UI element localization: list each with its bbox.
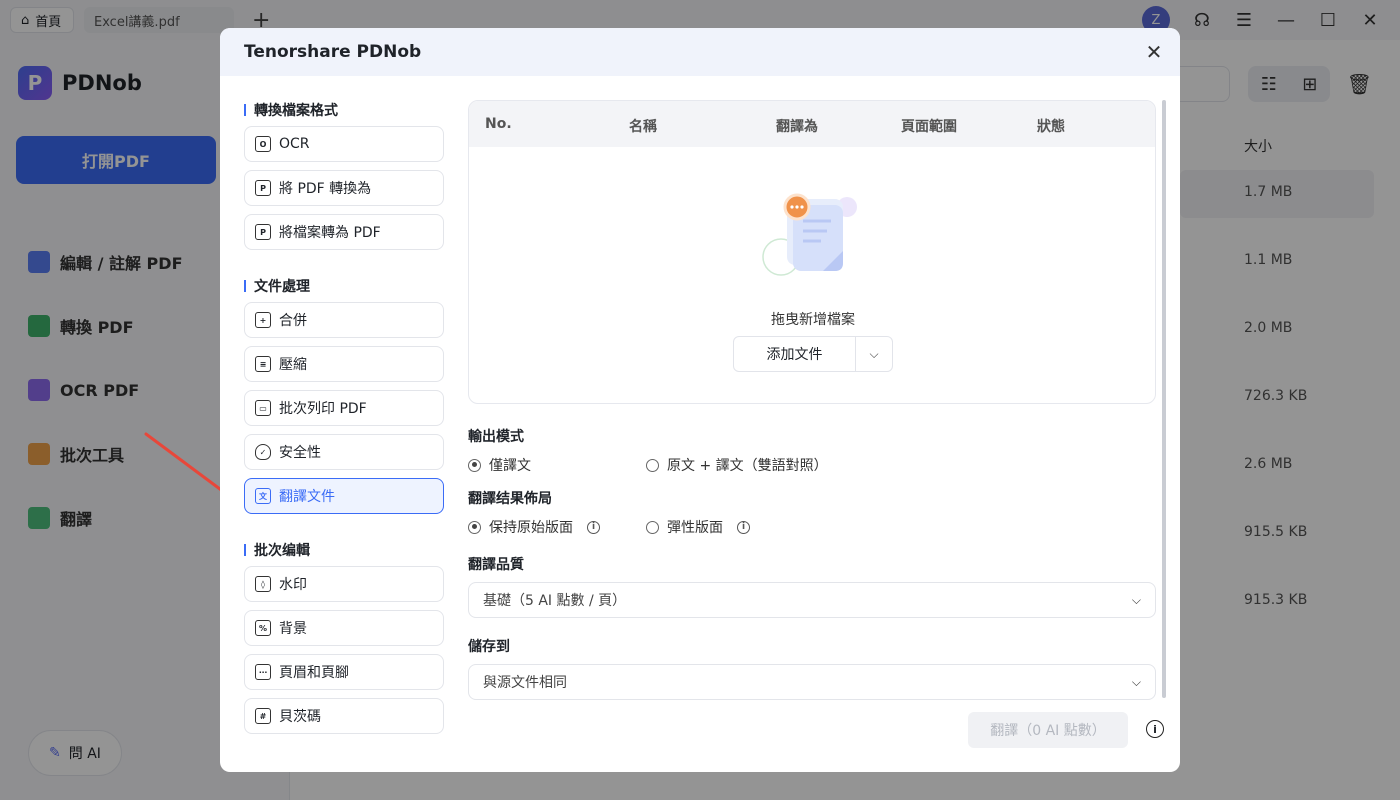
radio-keep-layout[interactable]: 保持原始版面 i xyxy=(468,517,646,537)
radio-translation-only[interactable]: 僅譯文 xyxy=(468,455,646,475)
radio-selected-icon[interactable] xyxy=(468,458,481,472)
empty-document-illustration-icon xyxy=(762,193,857,276)
radio-selected-icon[interactable] xyxy=(468,520,481,534)
radio-bilingual[interactable]: 原文 + 譯文（雙語對照） xyxy=(646,455,828,475)
tool-label: 安全性 xyxy=(279,445,321,461)
section-title: 轉換檔案格式 xyxy=(244,100,444,122)
save-to-select[interactable]: 與源文件相同 ⌵ xyxy=(468,664,1156,700)
tool-security[interactable]: ✓ 安全性 xyxy=(244,434,444,470)
tool-compress[interactable]: ≡ 壓縮 xyxy=(244,346,444,382)
chevron-down-icon: ⌵ xyxy=(1131,674,1141,689)
output-mode-label: 輸出模式 xyxy=(468,429,524,445)
merge-icon: + xyxy=(255,312,271,328)
translate-settings: No. 名稱 翻譯為 頁面範圍 狀態 拖曳新增檔案 添加文件 ⌵ 輸出模式 僅譯… xyxy=(468,100,1156,700)
save-to-label: 儲存到 xyxy=(468,639,510,655)
radio-flexible-layout[interactable]: 彈性版面 i xyxy=(646,517,750,537)
background-icon: % xyxy=(255,620,271,636)
tool-label: 水印 xyxy=(279,577,307,593)
chevron-down-icon: ⌵ xyxy=(1131,592,1141,607)
tool-header-footer[interactable]: ⋯ 頁眉和頁腳 xyxy=(244,654,444,690)
radio-label: 僅譯文 xyxy=(489,458,531,474)
radio-label: 原文 + 譯文（雙語對照） xyxy=(667,458,828,474)
compress-icon: ≡ xyxy=(255,356,271,372)
ocr-icon: O xyxy=(255,136,271,152)
tool-label: 貝茨碼 xyxy=(279,709,321,725)
convert-to-pdf-icon: P xyxy=(255,224,271,240)
tool-batch-print[interactable]: ▭ 批次列印 PDF xyxy=(244,390,444,426)
batch-tools-dialog: Tenorshare PDNob ✕ 轉換檔案格式 O OCR P 將 PDF … xyxy=(220,28,1180,772)
info-icon[interactable]: i xyxy=(737,520,750,534)
tool-bates[interactable]: # 貝茨碼 xyxy=(244,698,444,734)
radio-unselected-icon[interactable] xyxy=(646,458,659,472)
watermark-icon: ◊ xyxy=(255,576,271,592)
tool-label: 背景 xyxy=(279,621,307,637)
column-header-status: 狀態 xyxy=(1037,119,1065,135)
tool-label: 頁眉和頁腳 xyxy=(279,665,349,681)
translate-document-icon: 文 xyxy=(255,488,271,504)
drop-hint: 拖曳新增檔案 xyxy=(771,312,855,328)
column-header-no: No. xyxy=(485,116,512,132)
column-header-translate-to: 翻譯為 xyxy=(776,119,818,135)
dialog-header: Tenorshare PDNob xyxy=(220,28,1180,76)
quality-select[interactable]: 基礎（5 AI 點數 / 頁） ⌵ xyxy=(468,582,1156,618)
chevron-down-icon[interactable]: ⌵ xyxy=(856,337,892,371)
tool-merge[interactable]: + 合併 xyxy=(244,302,444,338)
tool-label: 批次列印 PDF xyxy=(279,401,367,417)
translate-button[interactable]: 翻譯（0 AI 點數） xyxy=(968,712,1128,748)
info-icon[interactable]: i xyxy=(1146,720,1164,738)
dialog-title: Tenorshare PDNob xyxy=(244,42,422,62)
save-to-value: 與源文件相同 xyxy=(483,675,567,691)
tool-ocr[interactable]: O OCR xyxy=(244,126,444,162)
convert-from-pdf-icon: P xyxy=(255,180,271,196)
shield-icon: ✓ xyxy=(255,444,271,460)
layout-label: 翻譯结果佈局 xyxy=(468,491,552,507)
header-footer-icon: ⋯ xyxy=(255,664,271,680)
column-header-page-range: 頁面範圍 xyxy=(901,119,957,135)
tool-list: 轉換檔案格式 O OCR P 將 PDF 轉換為 P 將檔案轉為 PDF 文件處… xyxy=(244,100,444,742)
scrollbar[interactable] xyxy=(1162,100,1166,698)
radio-unselected-icon[interactable] xyxy=(646,520,659,534)
tool-watermark[interactable]: ◊ 水印 xyxy=(244,566,444,602)
tool-label: 合併 xyxy=(279,313,307,329)
table-header: No. 名稱 翻譯為 頁面範圍 狀態 xyxy=(469,101,1155,147)
tool-label: 將 PDF 轉換為 xyxy=(279,181,372,197)
tool-translate-document[interactable]: 文 翻譯文件 xyxy=(244,478,444,514)
quality-label: 翻譯品質 xyxy=(468,557,524,573)
radio-label: 保持原始版面 xyxy=(489,520,573,536)
section-title: 批次编輯 xyxy=(244,540,444,562)
tool-pdf-to[interactable]: P 將 PDF 轉換為 xyxy=(244,170,444,206)
add-file-button[interactable]: 添加文件 xyxy=(734,337,856,371)
tool-to-pdf[interactable]: P 將檔案轉為 PDF xyxy=(244,214,444,250)
quality-value: 基礎（5 AI 點數 / 頁） xyxy=(483,593,627,609)
tool-label: 翻譯文件 xyxy=(279,489,335,505)
info-icon[interactable]: i xyxy=(587,520,600,534)
tool-label: 將檔案轉為 PDF xyxy=(279,225,381,241)
radio-label: 彈性版面 xyxy=(667,520,723,536)
file-table[interactable]: No. 名稱 翻譯為 頁面範圍 狀態 拖曳新增檔案 添加文件 ⌵ xyxy=(468,100,1156,404)
section-title: 文件處理 xyxy=(244,276,444,298)
close-icon[interactable]: ✕ xyxy=(1142,40,1166,64)
tool-label: OCR xyxy=(279,136,310,152)
add-file-split-button[interactable]: 添加文件 ⌵ xyxy=(733,336,893,372)
bates-number-icon: # xyxy=(255,708,271,724)
tool-label: 壓縮 xyxy=(279,357,307,373)
tool-background[interactable]: % 背景 xyxy=(244,610,444,646)
printer-icon: ▭ xyxy=(255,400,271,416)
column-header-name: 名稱 xyxy=(629,119,657,135)
